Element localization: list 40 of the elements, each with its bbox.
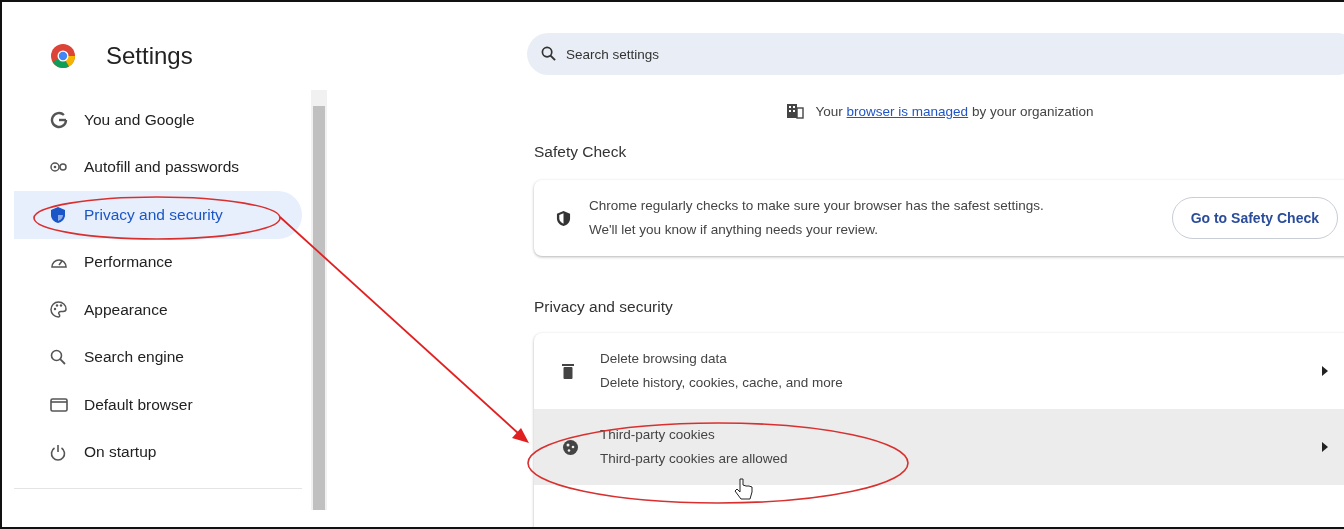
section-heading: Safety Check <box>533 143 628 161</box>
search-icon <box>50 349 66 366</box>
power-icon <box>50 443 66 461</box>
chevron-right-icon <box>1322 366 1328 376</box>
building-icon <box>785 103 804 119</box>
managed-link[interactable]: browser is managed <box>846 103 969 119</box>
sidebar-item[interactable]: Privacy and security <box>14 191 302 239</box>
sidebar-item[interactable]: Search engine <box>14 333 302 381</box>
row-title: Delete browsing data <box>600 350 727 368</box>
google-g-icon <box>50 110 68 129</box>
row-title: Third-party cookies <box>600 426 715 444</box>
key-icon <box>50 161 68 174</box>
search-icon <box>541 46 556 61</box>
settings-title: Settings <box>106 42 193 70</box>
browser-logo-icon <box>50 43 76 69</box>
shield-icon <box>50 205 66 224</box>
shield-icon <box>556 209 571 227</box>
hand-cursor-icon <box>734 478 753 500</box>
row-subtitle: Third-party cookies are allowed <box>600 450 788 468</box>
sidebar-item[interactable]: On startup <box>14 428 302 476</box>
sidebar-item[interactable]: You and Google <box>14 96 302 144</box>
cookie-icon <box>562 438 579 456</box>
scrollbar[interactable] <box>311 90 327 510</box>
trash-icon <box>562 363 574 379</box>
sidebar-item[interactable]: Default browser <box>14 381 302 429</box>
search-field[interactable]: Search settings <box>527 33 1344 75</box>
sidebar-item[interactable]: Performance <box>14 238 302 286</box>
chevron-right-icon <box>1322 442 1328 452</box>
palette-icon <box>50 301 67 319</box>
window-icon <box>50 397 68 412</box>
managed-notice: Your browser is managed by your organization <box>815 103 1094 119</box>
sidebar-item[interactable]: Autofill and passwords <box>14 143 302 191</box>
section-heading: Privacy and security <box>533 298 674 316</box>
safety-check-text: Chrome regularly checks to make sure your browser has the safest settings. <box>589 197 1045 215</box>
safety-check-subtext: We'll let you know if anything needs your review. <box>589 221 879 239</box>
settings-row[interactable]: Third-party cookies Third-party cookies are allowed <box>534 409 1344 485</box>
sidebar-item[interactable]: Appearance <box>14 286 302 334</box>
go-to-safety-check-button[interactable]: Go to Safety Check <box>1171 197 1338 239</box>
settings-row[interactable]: Delete browsing data Delete history, cookies, cache, and more <box>534 333 1344 409</box>
row-subtitle: Delete history, cookies, cache, and more <box>600 374 843 392</box>
